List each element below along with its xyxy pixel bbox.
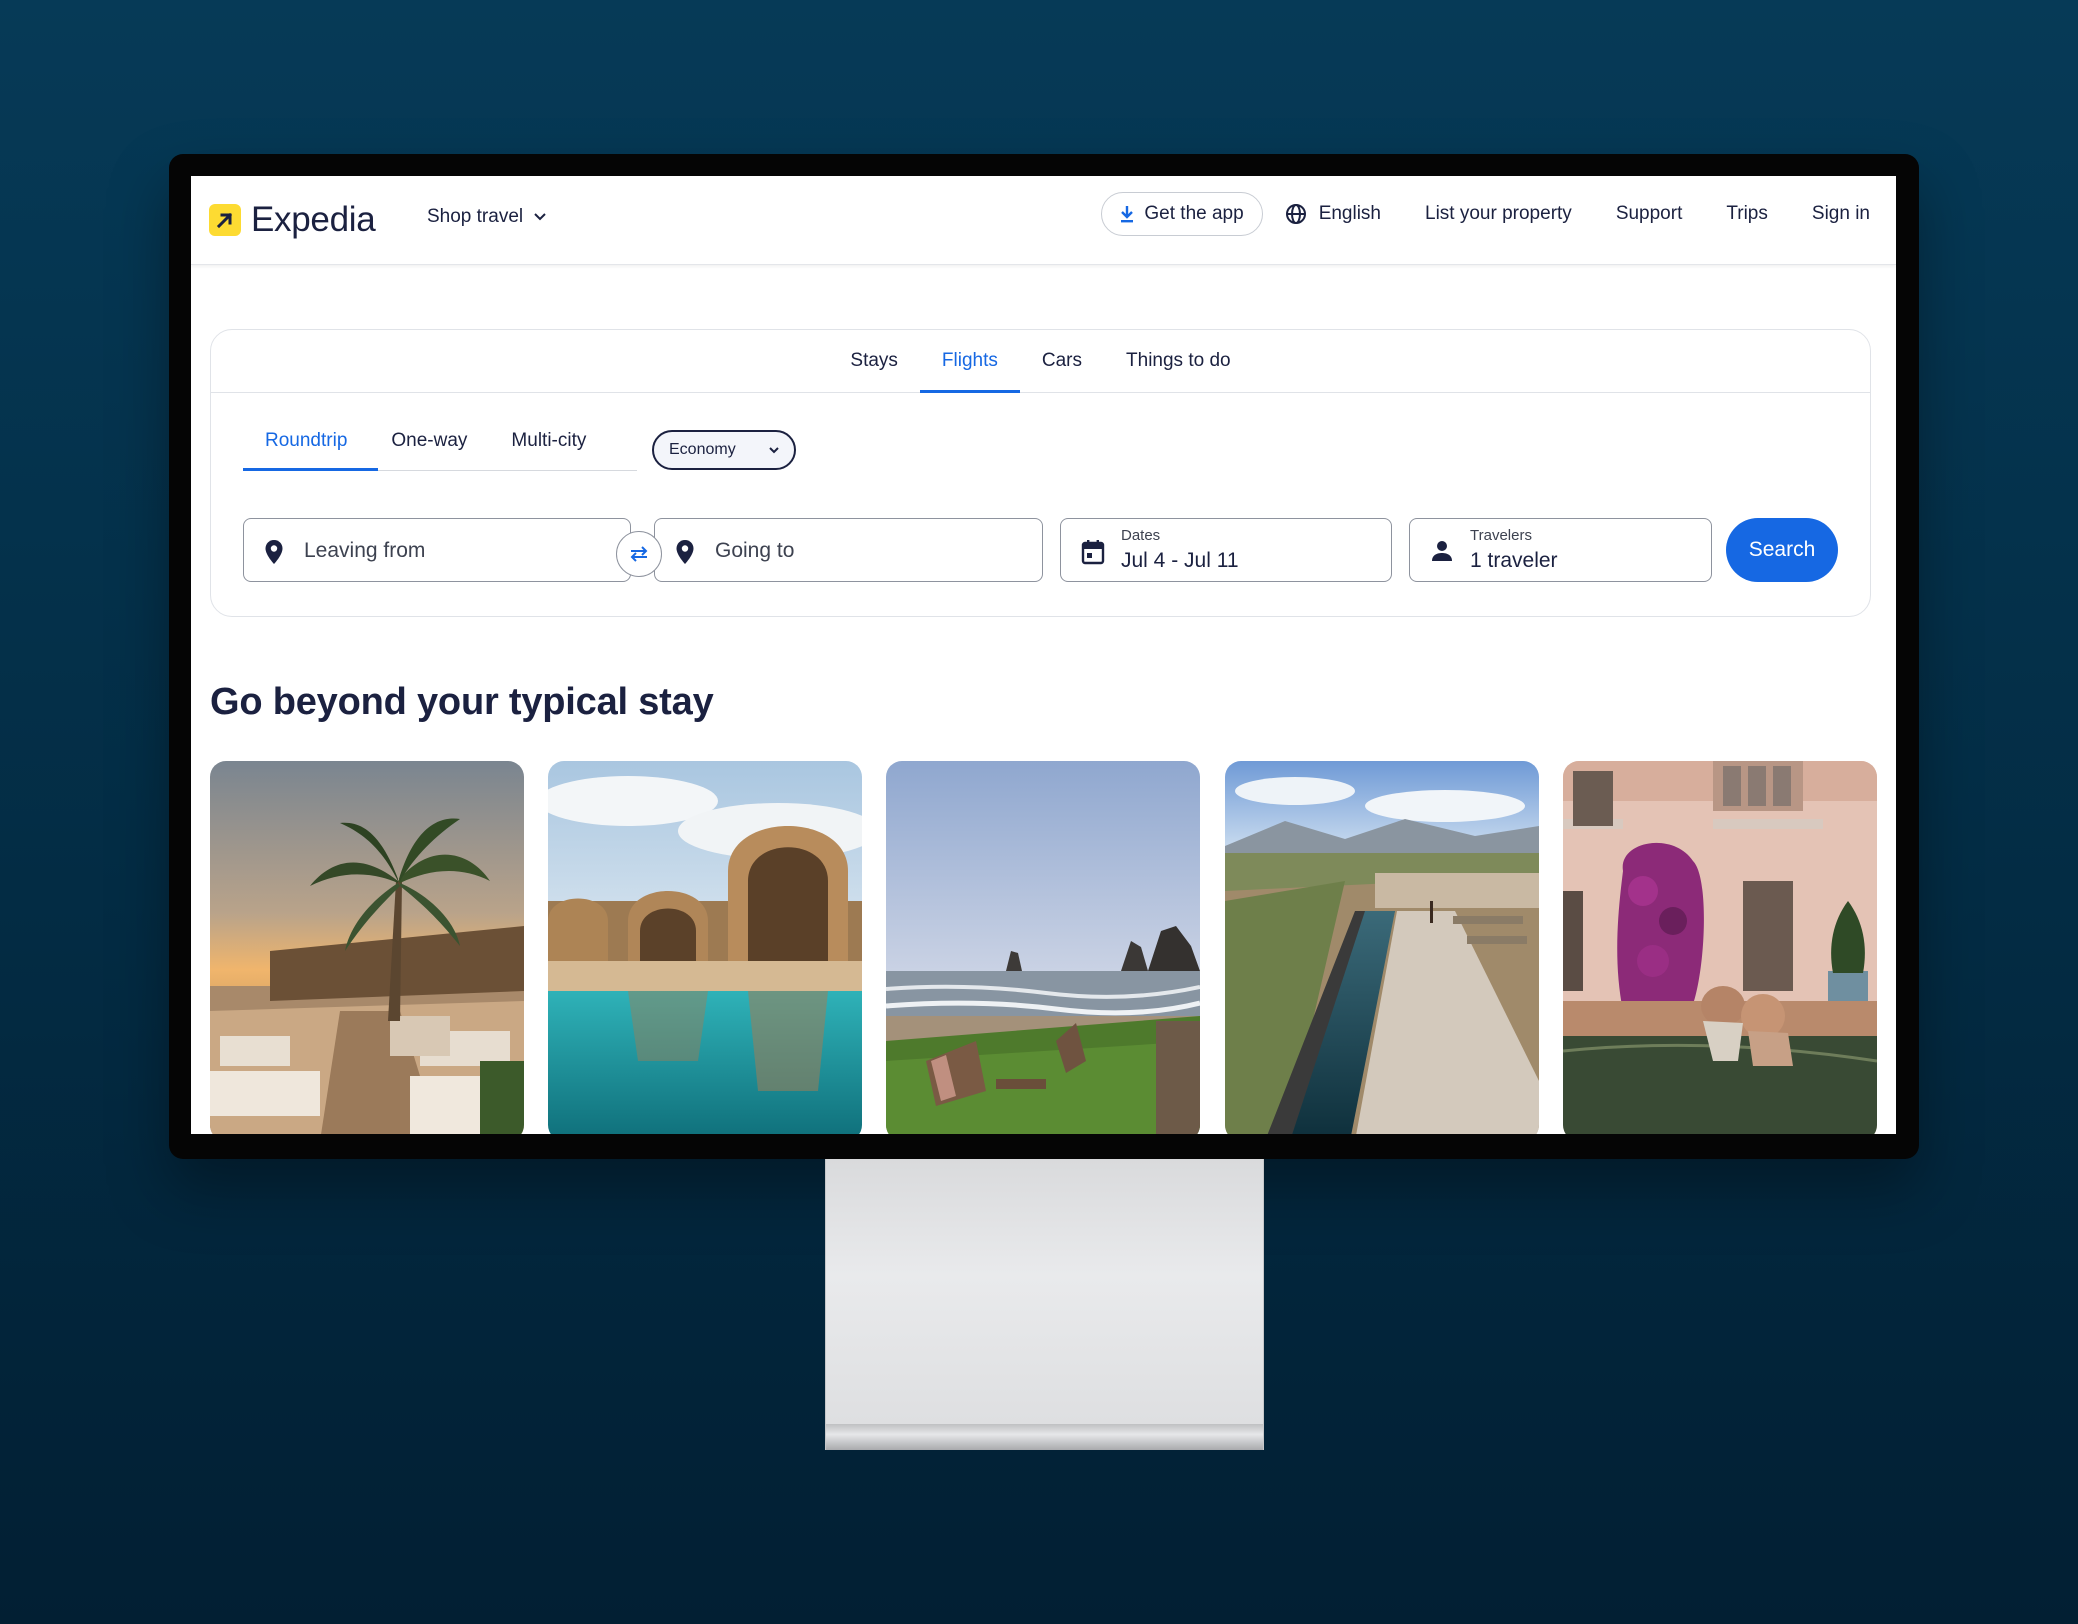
leaving-from-placeholder: Leaving from bbox=[304, 539, 426, 562]
product-tabs: Stays Flights Cars Things to do bbox=[211, 330, 1870, 393]
brand-name: Expedia bbox=[251, 200, 376, 239]
chevron-down-icon bbox=[534, 213, 546, 221]
travelers-value: 1 traveler bbox=[1470, 549, 1558, 572]
trip-type-one-way[interactable]: One-way bbox=[369, 426, 489, 468]
trip-type-tabs: Roundtrip One-way Multi-city bbox=[243, 426, 608, 470]
person-icon bbox=[1432, 541, 1452, 561]
coastal-lawn-image bbox=[886, 761, 1200, 1134]
long-pool-image bbox=[1225, 761, 1539, 1134]
villa-pool-image bbox=[1563, 761, 1877, 1134]
download-icon bbox=[1121, 206, 1134, 223]
get-app-button[interactable]: Get the app bbox=[1101, 192, 1263, 236]
top-nav: Expedia Shop travel Get the app English … bbox=[191, 176, 1896, 265]
search-button[interactable]: Search bbox=[1726, 518, 1838, 582]
shop-travel-menu[interactable]: Shop travel bbox=[427, 206, 547, 228]
stay-photo-card[interactable] bbox=[1563, 761, 1877, 1134]
expedia-arrow-icon bbox=[209, 204, 241, 236]
stay-photo-card[interactable] bbox=[548, 761, 862, 1134]
going-to-placeholder: Going to bbox=[715, 539, 795, 562]
trips-link[interactable]: Trips bbox=[1726, 203, 1768, 225]
pavilion-pool-image bbox=[548, 761, 862, 1134]
trip-type-multi-city[interactable]: Multi-city bbox=[489, 426, 608, 468]
dates-label: Dates bbox=[1121, 527, 1161, 544]
expedia-logo[interactable]: Expedia bbox=[209, 200, 376, 240]
tab-stays[interactable]: Stays bbox=[828, 330, 920, 392]
stay-photo-card[interactable] bbox=[886, 761, 1200, 1134]
section-title: Go beyond your typical stay bbox=[210, 681, 714, 723]
search-card: Stays Flights Cars Things to do Roundtri… bbox=[210, 329, 1871, 617]
leaving-from-field[interactable]: Leaving from bbox=[243, 518, 631, 582]
list-property-link[interactable]: List your property bbox=[1425, 203, 1572, 225]
stay-photo-card[interactable] bbox=[1225, 761, 1539, 1134]
language-selector[interactable]: English bbox=[1285, 203, 1381, 225]
travelers-field[interactable]: Travelers 1 traveler bbox=[1409, 518, 1712, 582]
monitor-stand-base bbox=[826, 1424, 1263, 1450]
stay-photo-card[interactable] bbox=[210, 761, 524, 1134]
globe-icon bbox=[1285, 204, 1306, 224]
active-trip-indicator bbox=[243, 468, 378, 471]
get-app-label: Get the app bbox=[1144, 203, 1244, 224]
dates-field[interactable]: Dates Jul 4 - Jul 11 bbox=[1060, 518, 1392, 582]
location-pin-icon bbox=[265, 540, 283, 564]
support-link[interactable]: Support bbox=[1616, 203, 1683, 225]
terrace-sunset-image bbox=[210, 761, 524, 1134]
cabin-class-select[interactable]: Economy bbox=[652, 430, 796, 470]
swap-arrows-icon bbox=[630, 546, 648, 562]
trip-type-roundtrip[interactable]: Roundtrip bbox=[243, 426, 369, 468]
chevron-down-icon bbox=[769, 447, 779, 454]
language-label: English bbox=[1318, 203, 1382, 224]
shop-travel-label: Shop travel bbox=[427, 206, 524, 227]
dates-value: Jul 4 - Jul 11 bbox=[1121, 549, 1239, 572]
cabin-class-value: Economy bbox=[669, 441, 736, 458]
travelers-label: Travelers bbox=[1470, 527, 1532, 544]
tab-things-to-do[interactable]: Things to do bbox=[1104, 330, 1253, 392]
swap-locations-button[interactable] bbox=[616, 531, 662, 577]
sign-in-link[interactable]: Sign in bbox=[1812, 203, 1870, 225]
going-to-field[interactable]: Going to bbox=[654, 518, 1043, 582]
calendar-icon bbox=[1081, 540, 1105, 565]
location-pin-icon bbox=[676, 540, 694, 564]
monitor-frame: Expedia Shop travel Get the app English … bbox=[169, 154, 1919, 1159]
nav-right: Get the app English List your property S… bbox=[1101, 192, 1870, 236]
monitor-stand bbox=[825, 1159, 1264, 1450]
browser-screen: Expedia Shop travel Get the app English … bbox=[191, 176, 1896, 1134]
tab-flights[interactable]: Flights bbox=[919, 330, 1020, 393]
tab-cars[interactable]: Cars bbox=[1020, 330, 1104, 392]
